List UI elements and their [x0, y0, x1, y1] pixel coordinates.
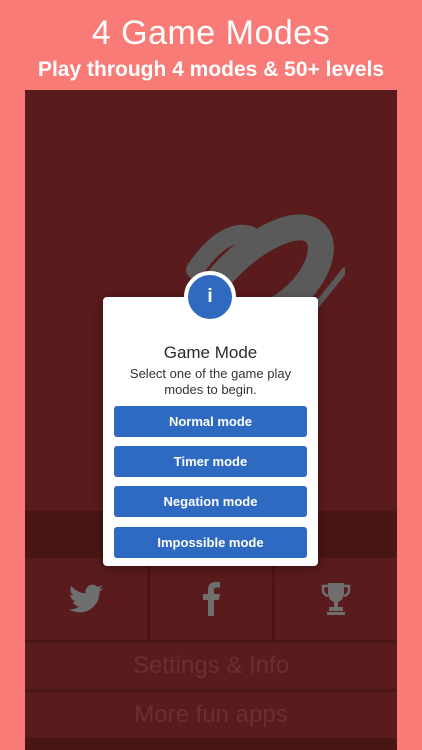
timer-mode-button[interactable]: Timer mode	[114, 446, 307, 477]
social-row	[25, 558, 397, 640]
dialog-description: Select one of the game play modes to beg…	[129, 366, 292, 397]
dialog-title: Game Mode	[163, 343, 258, 362]
leaderboard-button[interactable]	[275, 558, 397, 640]
trophy-icon	[321, 583, 351, 615]
info-badge-label: i	[207, 286, 213, 307]
normal-mode-button[interactable]: Normal mode	[114, 406, 307, 437]
twitter-icon	[68, 584, 103, 613]
game-mode-dialog: Game Mode Select one of the game play mo…	[103, 297, 318, 566]
negation-mode-button[interactable]: Negation mode	[114, 486, 307, 517]
facebook-button[interactable]	[150, 558, 272, 640]
promo-subtitle: Play through 4 modes & 50+ levels	[37, 58, 385, 81]
impossible-mode-button[interactable]: Impossible mode	[114, 527, 307, 558]
promo-title: 4 Game Modes	[91, 14, 331, 52]
settings-info-button[interactable]: Settings & Info	[25, 643, 397, 689]
info-icon: i	[184, 271, 236, 323]
facebook-icon	[203, 582, 220, 616]
more-apps-button[interactable]: More fun apps	[25, 692, 397, 738]
twitter-button[interactable]	[25, 558, 147, 640]
